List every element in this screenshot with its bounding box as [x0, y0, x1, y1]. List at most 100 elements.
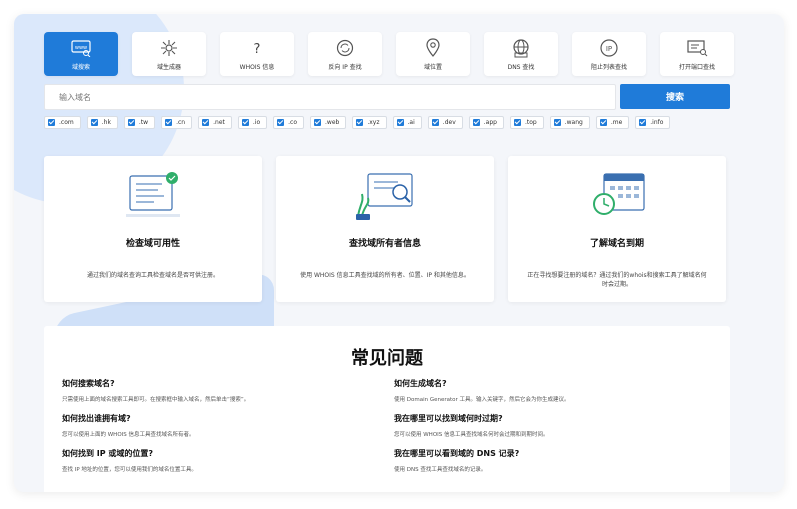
tld-label: .me	[610, 119, 623, 126]
ip-badge-icon: IP	[598, 37, 620, 59]
faq-question: 如何生成域名?	[394, 379, 447, 388]
location-pin-icon	[422, 37, 444, 59]
faq-question: 如何搜索域名?	[62, 379, 115, 388]
tld-checkbox[interactable]: .ai	[392, 116, 422, 129]
tool-tab-domain-generator[interactable]: 域生成器	[132, 32, 206, 76]
tool-tab-domain-search[interactable]: www 域搜索	[44, 32, 118, 76]
faq-title: 常见问题	[351, 348, 423, 369]
card-title: 查找域所有者信息	[348, 239, 421, 249]
tld-checkbox[interactable]: .net	[198, 116, 232, 129]
tool-tab-domain-location[interactable]: 域位置	[396, 32, 470, 76]
tld-label: .ai	[407, 119, 415, 126]
tld-checkbox[interactable]: .dev	[427, 116, 463, 129]
card-description: 使用 WHOIS 信息工具查找域的所有者、位置、IP 和其他信息。	[300, 272, 470, 279]
checkbox-checked-icon	[431, 119, 439, 126]
tool-tab-dns-lookup[interactable]: DNS 查找	[484, 32, 558, 76]
tld-label: .top	[524, 119, 537, 126]
faq-question: 我在哪里可以找到域何时过期?	[394, 414, 503, 423]
checkbox-checked-icon	[48, 119, 55, 126]
tld-label: .info	[650, 119, 664, 126]
checkbox-checked-icon	[165, 119, 173, 126]
tld-checkbox[interactable]: .wang	[549, 116, 590, 129]
card-description: 通过我们的域名查询工具检查域名是否可供注册。	[86, 272, 219, 279]
tld-checkbox[interactable]: .me	[595, 116, 630, 129]
tld-checkbox[interactable]: .app	[468, 116, 504, 129]
tld-checkbox[interactable]: .co	[273, 116, 305, 129]
search-button[interactable]: 搜索	[620, 84, 730, 109]
faq-answer: 查找 IP 地址的位置，您可以使用我们的域名位置工具。	[62, 467, 197, 473]
checkbox-checked-icon	[599, 119, 607, 126]
faq-item: 如何找出谁拥有域? 您可以使用上面的 WHOIS 信息工具查找域名所有者。	[62, 413, 362, 438]
faq-item: 如何生成域名? 使用 Domain Generator 工具。输入关键字，然后它…	[394, 378, 694, 403]
tld-checkbox[interactable]: .cn	[161, 116, 193, 129]
faq-answer: 使用 DNS 查找工具查找域名的记录。	[394, 467, 487, 473]
tld-checkbox[interactable]: .hk	[86, 116, 118, 129]
faq-section: 常见问题 如何搜索域名? 只需使用上面的域名搜索工具即可。在搜索框中输入域名，然…	[44, 326, 730, 492]
checkbox-checked-icon	[356, 119, 364, 126]
tld-checkbox[interactable]: .xyz	[352, 116, 387, 129]
tld-checkbox[interactable]: .io	[237, 116, 268, 129]
tool-label: 打开端口查找	[678, 64, 715, 71]
faq-item: 我在哪里可以找到域何时过期? 您可以使用 WHOIS 信息工具查找域名何时会过期…	[394, 413, 694, 438]
faq-column-left: 如何搜索域名? 只需使用上面的域名搜索工具即可。在搜索框中输入域名，然后单击“搜…	[62, 378, 362, 483]
port-scan-icon	[686, 37, 708, 59]
tld-label: .com	[59, 119, 74, 126]
question-icon: ?	[246, 37, 268, 59]
network-generator-icon	[158, 37, 180, 59]
tld-checkbox[interactable]: .tw	[123, 116, 156, 129]
tool-tab-reverse-ip[interactable]: 反向 IP 查找	[308, 32, 382, 76]
tld-checkbox[interactable]: .web	[310, 116, 347, 129]
tld-checkbox[interactable]: .info	[635, 116, 671, 129]
domain-search-box	[44, 84, 616, 110]
faq-item: 如何搜索域名? 只需使用上面的域名搜索工具即可。在搜索框中输入域名，然后单击“搜…	[62, 378, 362, 403]
faq-column-right: 如何生成域名? 使用 Domain Generator 工具。输入关键字，然后它…	[394, 378, 694, 483]
faq-item: 如何找到 IP 或域的位置? 查找 IP 地址的位置，您可以使用我们的域名位置工…	[62, 448, 362, 473]
tld-label: .io	[252, 119, 261, 126]
expiry-calendar-icon	[582, 168, 652, 222]
faq-question: 如何找出谁拥有域?	[62, 414, 131, 423]
tool-tab-open-port[interactable]: 打开端口查找	[660, 32, 734, 76]
faq-answer: 您可以使用上面的 WHOIS 信息工具查找域名所有者。	[62, 432, 195, 438]
tool-label: 反向 IP 查找	[328, 64, 362, 71]
faq-item: 我在哪里可以看到域的 DNS 记录? 使用 DNS 查找工具查找域名的记录。	[394, 448, 694, 473]
checkbox-checked-icon	[90, 119, 98, 126]
tld-label: .co	[288, 119, 298, 126]
tool-tabs: www 域搜索 域生成器 ? WHOIS 信息 反向 IP 查找 域位置 DNS…	[44, 32, 734, 76]
reverse-ip-icon	[334, 37, 356, 59]
feature-card-availability: 检查域可用性 通过我们的域名查询工具检查域名是否可供注册。	[44, 156, 262, 302]
tld-label: .dev	[442, 119, 456, 126]
faq-answer: 使用 Domain Generator 工具。输入关键字，然后它会为你生成建议。	[394, 397, 570, 403]
tld-filter-list: .com .hk .tw .cn .net .io .co .web .xyz …	[44, 116, 734, 129]
dns-globe-icon	[510, 37, 532, 59]
card-title: 了解域名到期	[589, 239, 644, 249]
domain-www-icon: www	[70, 37, 92, 59]
tld-label: .tw	[138, 119, 149, 126]
tld-checkbox[interactable]: .top	[509, 116, 544, 129]
tld-label: .hk	[101, 119, 111, 126]
svg-text:?: ?	[254, 42, 261, 56]
svg-text:IP: IP	[606, 45, 612, 53]
tool-label: 域搜索	[71, 64, 90, 71]
tld-label: .xyz	[367, 119, 380, 126]
card-description: 正在寻找想要注册的域名？通过我们的whois和搜索工具了解域名何时会过期。	[527, 272, 707, 288]
page-frame: www 域搜索 域生成器 ? WHOIS 信息 反向 IP 查找 域位置 DNS…	[14, 14, 784, 492]
card-title: 检查域可用性	[125, 239, 180, 249]
tool-tab-blocklist[interactable]: IP 阻止列表查找	[572, 32, 646, 76]
tool-label: WHOIS 信息	[239, 64, 275, 71]
tld-label: .wang	[564, 119, 583, 126]
checkbox-checked-icon	[241, 119, 249, 126]
checkbox-checked-icon	[553, 119, 561, 126]
faq-question: 我在哪里可以看到域的 DNS 记录?	[394, 449, 520, 458]
checkbox-checked-icon	[127, 119, 135, 126]
tool-tab-whois[interactable]: ? WHOIS 信息	[220, 32, 294, 76]
tld-label: .cn	[176, 119, 186, 126]
checkbox-checked-icon	[277, 119, 285, 126]
tool-label: 域位置	[423, 64, 442, 71]
checkbox-checked-icon	[472, 119, 480, 126]
faq-answer: 您可以使用 WHOIS 信息工具查找域名何时会过期和到期时间。	[394, 432, 549, 438]
domain-search-input[interactable]	[45, 85, 615, 110]
tld-label: .app	[483, 119, 497, 126]
tld-checkbox[interactable]: .com	[44, 116, 81, 129]
faq-question: 如何找到 IP 或域的位置?	[62, 449, 154, 458]
feature-cards: 检查域可用性 通过我们的域名查询工具检查域名是否可供注册。 查找域所有者信息 使…	[44, 156, 726, 302]
